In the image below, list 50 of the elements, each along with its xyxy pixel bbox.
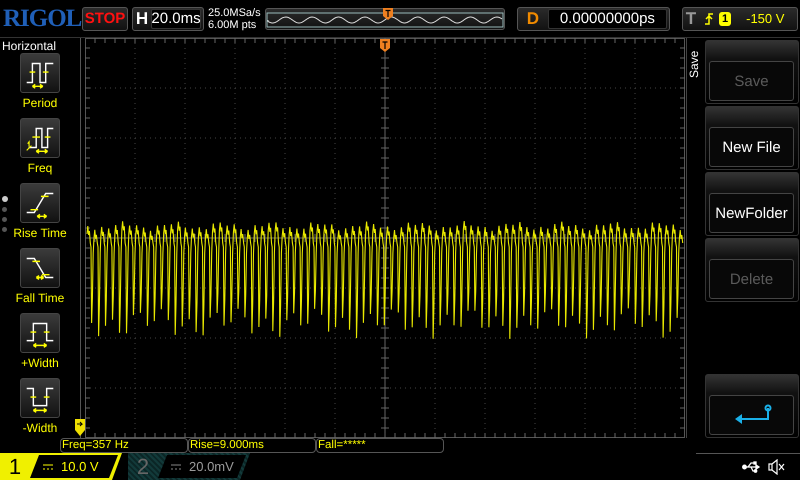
positive-width-icon	[20, 313, 60, 353]
channel-scale-value: 10.0 V	[61, 459, 99, 474]
menu-title: Horizontal	[1, 38, 58, 53]
page-dot[interactable]	[2, 196, 8, 202]
page-dot[interactable]	[2, 217, 7, 222]
page-dot[interactable]	[2, 207, 7, 212]
timebase-label: H	[134, 8, 150, 28]
delay-label: D	[526, 8, 540, 28]
measurement-button[interactable]: Period	[0, 53, 80, 118]
measurement-button[interactable]: Rise Time	[0, 183, 80, 248]
run-stop-button[interactable]: STOP	[82, 6, 128, 30]
measurement-button[interactable]: Fall Time	[0, 248, 80, 313]
menu-button[interactable]: New File	[705, 106, 799, 170]
rising-edge-icon	[704, 12, 714, 26]
menu-button[interactable]: NewFolder	[705, 172, 799, 236]
channel-tab[interactable]: 2 20.0mV	[128, 453, 250, 480]
frequency-icon	[20, 118, 60, 158]
page-dot[interactable]	[2, 227, 7, 232]
measurement-readout: Rise=9.000ms	[188, 438, 316, 453]
trigger-label: T	[684, 8, 698, 28]
channel-number: 1	[8, 454, 22, 480]
trigger-display[interactable]: T 1 -150 V	[682, 6, 798, 30]
trigger-position-icon	[383, 8, 393, 20]
trigger-level: -150 V	[746, 11, 784, 26]
channel-number: 2	[136, 454, 150, 480]
channel-tab[interactable]: 1 10.0 V	[0, 453, 122, 480]
usb-icon	[742, 461, 762, 473]
measurement-readout: Fall=*****	[316, 438, 444, 453]
delay-value: 0.00000000ps	[548, 8, 667, 28]
menu-title: Save	[687, 49, 702, 80]
negative-width-icon	[20, 378, 60, 418]
memory-depth: 6.00M pts	[208, 18, 258, 30]
delay-display[interactable]: D 0.00000000ps	[517, 6, 670, 30]
rise-time-icon	[20, 183, 60, 223]
back-button[interactable]	[705, 374, 799, 438]
dc-coupling-icon	[43, 464, 53, 470]
channel-offset-icon	[75, 419, 85, 436]
trigger-source: 1	[719, 12, 732, 26]
measurement-button[interactable]: +Width	[0, 313, 80, 378]
period-icon	[20, 53, 60, 93]
timebase-value: 20.0ms	[151, 8, 201, 28]
sample-rate: 25.0MSa/s	[208, 6, 262, 18]
channel-scale-value: 20.0mV	[189, 459, 234, 474]
measurement-button[interactable]: Freq	[0, 118, 80, 183]
fall-time-icon	[20, 248, 60, 288]
timebase-display[interactable]: H 20.0ms	[132, 6, 204, 30]
speaker-muted-icon	[768, 459, 786, 475]
measurement-readout: Freq=357 Hz	[60, 438, 188, 453]
trigger-position-icon	[380, 39, 390, 52]
dc-coupling-icon	[171, 464, 181, 470]
